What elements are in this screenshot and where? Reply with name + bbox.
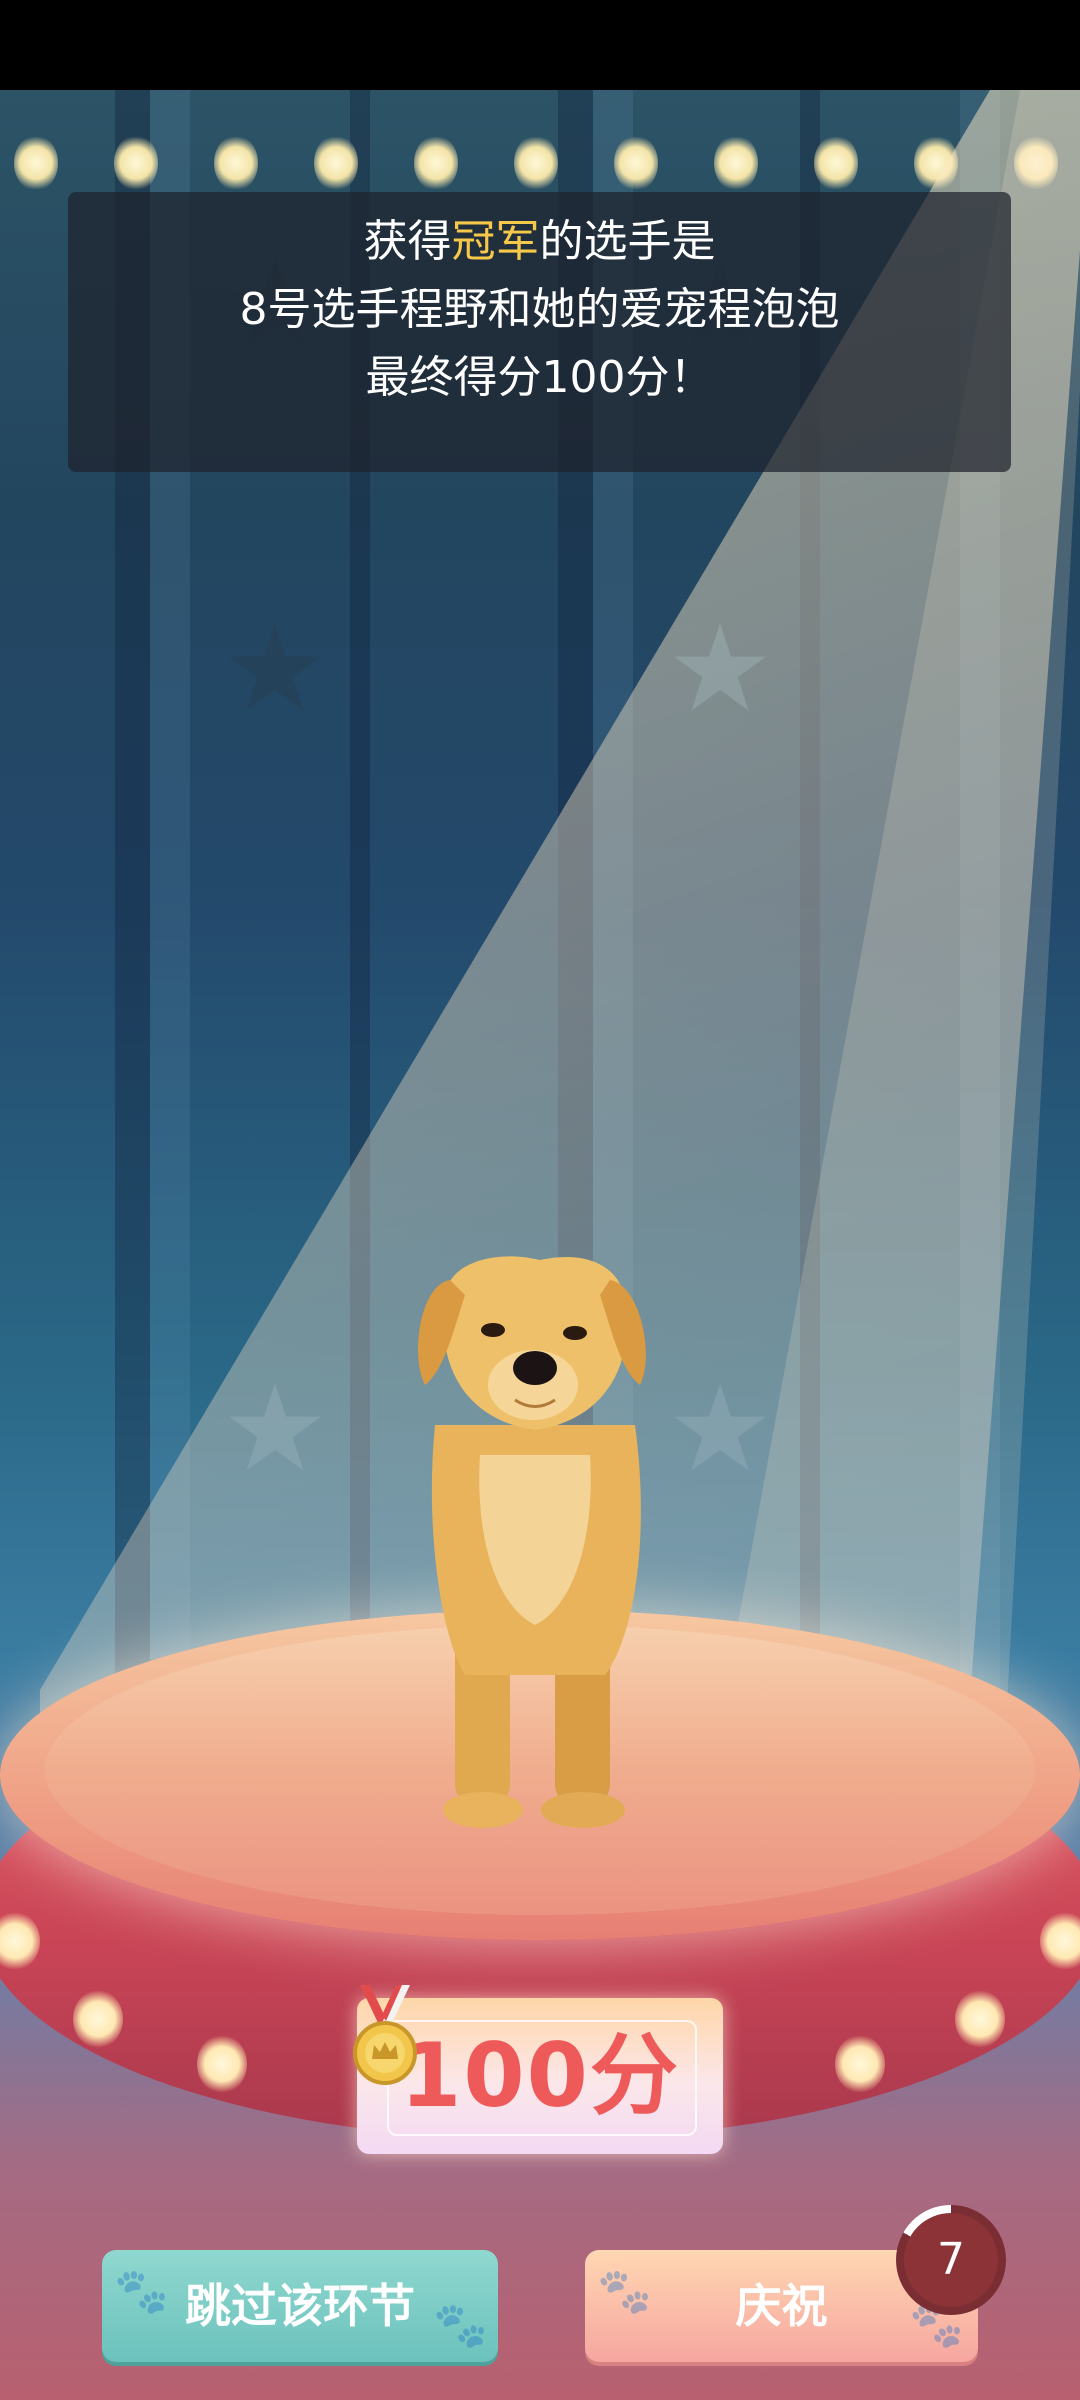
paw-icon: 🐾 <box>433 2300 488 2351</box>
skip-stage-button[interactable]: 🐾 🐾 跳过该环节 <box>102 2250 498 2362</box>
star-icon: ★ <box>221 600 329 739</box>
banner-line-1: 获得冠军的选手是 <box>68 212 1011 272</box>
podium-light <box>835 2035 885 2093</box>
celebrate-label: 庆祝 <box>735 2279 828 2333</box>
countdown-timer: 7 <box>896 2205 1006 2315</box>
stage-light <box>114 135 158 191</box>
banner-line-3: 最终得分100分！ <box>365 352 714 403</box>
medal-icon <box>353 1985 417 2085</box>
stage-light <box>514 135 558 191</box>
stage-light <box>14 135 58 191</box>
paw-icon: 🐾 <box>114 2266 169 2317</box>
stage-light <box>314 135 358 191</box>
golden-retriever-dog <box>418 1256 646 1828</box>
banner-text: 获得 <box>363 216 452 267</box>
banner-line-2: 8号选手程野和她的爱宠程泡泡 <box>239 284 840 335</box>
champion-highlight: 冠军 <box>451 216 540 267</box>
status-bar <box>0 0 1080 90</box>
stage-light <box>414 135 458 191</box>
paw-icon: 🐾 <box>597 2266 652 2317</box>
podium-light <box>197 2035 247 2093</box>
podium-light <box>73 1990 123 2048</box>
stage-light <box>214 135 258 191</box>
skip-stage-label: 跳过该环节 <box>185 2279 415 2333</box>
announcement-banner: 获得冠军的选手是 8号选手程野和她的爱宠程泡泡 最终得分100分！ <box>68 192 1011 472</box>
stage-light <box>814 135 858 191</box>
podium-light <box>955 1990 1005 2048</box>
countdown-value: 7 <box>904 2213 998 2307</box>
stage-light <box>714 135 758 191</box>
stage-light <box>614 135 658 191</box>
banner-text: 的选手是 <box>539 216 716 267</box>
